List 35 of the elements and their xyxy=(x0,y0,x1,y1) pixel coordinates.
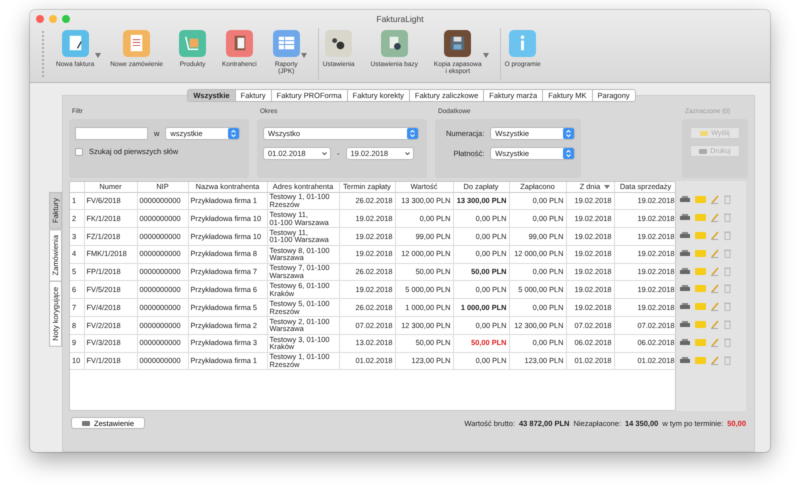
trash-icon[interactable] xyxy=(724,230,731,240)
trash-icon[interactable] xyxy=(724,356,731,365)
pencil-icon[interactable] xyxy=(711,248,719,258)
close-button[interactable] xyxy=(36,15,44,23)
trash-icon[interactable] xyxy=(724,284,731,294)
caret-icon xyxy=(482,53,489,58)
pencil-icon[interactable] xyxy=(711,302,719,312)
trash-icon[interactable] xyxy=(724,302,731,312)
trash-icon[interactable] xyxy=(724,195,731,204)
minimize-button[interactable] xyxy=(49,15,57,23)
window-title: FakturaLight xyxy=(376,14,424,24)
checkbox[interactable] xyxy=(75,148,83,156)
pencil-icon[interactable] xyxy=(711,284,719,294)
pencil-icon[interactable] xyxy=(711,338,719,347)
dropdown-arrows-icon xyxy=(407,128,418,139)
caret-icon xyxy=(95,53,102,58)
pencil-icon[interactable] xyxy=(711,230,719,240)
trash-icon[interactable] xyxy=(724,320,731,329)
trash-icon[interactable] xyxy=(724,338,731,347)
pencil-icon[interactable] xyxy=(711,320,719,329)
dropdown-arrows-icon xyxy=(563,148,574,159)
zoom-button[interactable] xyxy=(62,15,70,23)
trash-icon[interactable] xyxy=(724,248,731,258)
pencil-icon[interactable] xyxy=(711,195,719,204)
dropdown-arrows-icon xyxy=(563,128,574,139)
pencil-icon[interactable] xyxy=(711,213,719,222)
trash-icon[interactable] xyxy=(724,213,731,222)
column-header[interactable] xyxy=(70,182,84,192)
pencil-icon[interactable] xyxy=(711,356,719,365)
search-field[interactable] xyxy=(75,127,148,140)
dropdown-arrows-icon xyxy=(228,128,240,139)
sort-arrow-icon xyxy=(604,185,610,189)
caret-icon xyxy=(300,53,307,58)
trash-icon[interactable] xyxy=(724,266,731,276)
pencil-icon[interactable] xyxy=(711,266,719,276)
